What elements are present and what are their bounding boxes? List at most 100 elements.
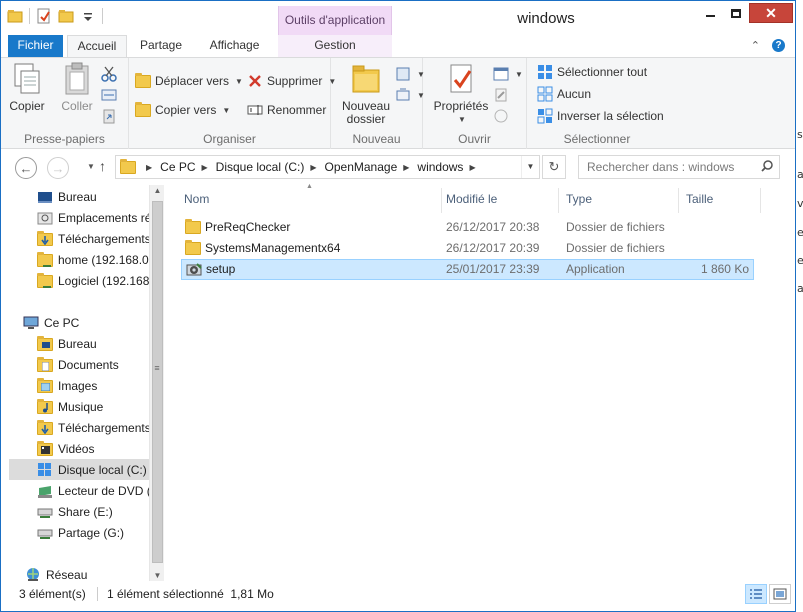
renommer-button[interactable]: Renommer bbox=[247, 100, 326, 120]
customize-qat-icon[interactable] bbox=[80, 8, 96, 24]
nav-item-share[interactable]: Share (E:) bbox=[9, 501, 149, 522]
column-header-modified[interactable]: Modifié le bbox=[439, 188, 559, 213]
inverser-selection-label: Inverser la sélection bbox=[557, 109, 664, 123]
nav-label: Musique bbox=[58, 399, 104, 414]
up-arrow-icon[interactable]: ↑ bbox=[99, 158, 106, 174]
column-header-size[interactable]: Taille bbox=[679, 188, 761, 213]
scroll-down-icon[interactable]: ▼ bbox=[150, 571, 165, 580]
back-button[interactable]: ← bbox=[15, 157, 37, 179]
network-folder-icon bbox=[37, 272, 53, 289]
nav-item-images[interactable]: Images bbox=[9, 375, 149, 396]
supprimer-button[interactable]: Supprimer ▼ bbox=[247, 71, 336, 91]
search-input[interactable]: Rechercher dans : windows bbox=[578, 155, 780, 179]
breadcrumb-disque-local[interactable]: Disque local (C:) ▶ bbox=[216, 160, 325, 174]
file-list: ▲ Nom Modifié le Type Taille PreReqCheck… bbox=[171, 183, 791, 581]
file-row[interactable]: SystemsManagementx64 26/12/2017 20:39 Do… bbox=[181, 238, 754, 259]
history-icon bbox=[493, 108, 509, 124]
cut-button[interactable] bbox=[101, 64, 117, 84]
tab-fichier[interactable]: Fichier bbox=[8, 35, 63, 57]
tab-partage[interactable]: Partage bbox=[131, 35, 191, 57]
edge-char: e bbox=[797, 226, 803, 239]
nav-label: home (192.168.0.1) bbox=[58, 252, 149, 267]
history-button[interactable] bbox=[493, 106, 509, 126]
nav-item-ce-pc[interactable]: Ce PC bbox=[9, 312, 149, 333]
edge-char: a bbox=[797, 168, 803, 181]
nav-item-musique[interactable]: Musique bbox=[9, 396, 149, 417]
breadcrumb-label: windows bbox=[417, 160, 464, 174]
proprietes-button[interactable]: Propriétés ▼ bbox=[431, 62, 491, 126]
dropdown-arrow-icon: ▼ bbox=[458, 115, 466, 124]
nav-item-documents[interactable]: Documents bbox=[9, 354, 149, 375]
properties-icon[interactable] bbox=[36, 8, 52, 24]
maximize-button[interactable] bbox=[723, 3, 749, 23]
aucun-button[interactable]: Aucun bbox=[537, 84, 591, 104]
recent-locations-icon[interactable]: ▼ bbox=[87, 162, 95, 171]
large-icons-view-button[interactable] bbox=[769, 584, 791, 604]
nav-item-bureau[interactable]: Bureau bbox=[9, 333, 149, 354]
copier-label: Copier bbox=[9, 99, 45, 113]
refresh-icon: ↻ bbox=[548, 159, 560, 174]
close-button[interactable]: ✕ bbox=[749, 3, 793, 23]
minimize-button[interactable] bbox=[697, 3, 723, 23]
copier-button[interactable]: Copier bbox=[9, 62, 45, 113]
nav-item-bureau-fav[interactable]: Bureau bbox=[9, 186, 149, 207]
nav-item-videos[interactable]: Vidéos bbox=[9, 438, 149, 459]
file-row-selected[interactable]: setup 25/01/2017 23:39 Application 1 860… bbox=[181, 259, 754, 280]
tab-affichage[interactable]: Affichage bbox=[197, 35, 272, 57]
network-icon bbox=[25, 567, 41, 581]
item-count: 3 élément(s) bbox=[19, 587, 86, 601]
group-label-presse-papiers: Presse-papiers bbox=[24, 132, 105, 146]
copy-path-icon bbox=[101, 87, 117, 103]
nav-item-telechargements-fav[interactable]: Téléchargements bbox=[9, 228, 149, 249]
selectionner-tout-button[interactable]: Sélectionner tout bbox=[537, 62, 647, 82]
inverser-selection-button[interactable]: Inverser la sélection bbox=[537, 106, 664, 126]
breadcrumb-label: Ce PC bbox=[160, 160, 196, 174]
nav-item-dvd[interactable]: Lecteur de DVD (D:) bbox=[9, 480, 149, 501]
scroll-up-icon[interactable]: ▲ bbox=[150, 186, 165, 195]
delete-icon bbox=[247, 73, 263, 89]
scroll-thumb[interactable] bbox=[152, 201, 163, 563]
maximize-icon bbox=[731, 8, 741, 18]
details-view-button[interactable] bbox=[745, 584, 767, 604]
address-bar[interactable]: ▶ Ce PC ▶ Disque local (C:) ▶ OpenManage ▶ … bbox=[115, 155, 540, 179]
tab-accueil[interactable]: Accueil bbox=[67, 35, 127, 58]
nav-item-partage[interactable]: Partage (G:) bbox=[9, 522, 149, 543]
forward-button[interactable]: → bbox=[47, 157, 69, 179]
breadcrumb-ce-pc[interactable]: Ce PC ▶ bbox=[160, 160, 216, 174]
select-none-icon bbox=[537, 86, 553, 102]
chevron-down-icon[interactable]: ⌃ bbox=[751, 39, 760, 52]
properties-icon bbox=[445, 62, 477, 96]
nouveau-dossier-button[interactable]: Nouveau dossier bbox=[341, 62, 391, 126]
folder-icon[interactable] bbox=[7, 8, 23, 24]
open-button[interactable]: ▼ bbox=[493, 64, 523, 84]
nav-item-reseau[interactable]: Réseau bbox=[9, 564, 149, 581]
column-header-type[interactable]: Type bbox=[559, 188, 679, 213]
easy-access-button[interactable]: ▼ bbox=[395, 85, 425, 105]
new-folder-icon[interactable] bbox=[58, 8, 74, 24]
refresh-button[interactable]: ↻ bbox=[542, 155, 566, 179]
help-icon[interactable]: ? bbox=[772, 39, 785, 52]
paste-shortcut-button[interactable] bbox=[101, 106, 117, 126]
file-size: 1 860 Ko bbox=[700, 262, 749, 276]
group-label-ouvrir: Ouvrir bbox=[458, 132, 491, 146]
breadcrumb-openmanage[interactable]: OpenManage ▶ bbox=[325, 160, 418, 174]
nav-item-emplacements[interactable]: Emplacements récents bbox=[9, 207, 149, 228]
coller-button[interactable]: Coller bbox=[59, 62, 95, 113]
coller-label: Coller bbox=[61, 99, 93, 113]
deplacer-vers-button[interactable]: Déplacer vers ▼ bbox=[135, 71, 243, 91]
address-dropdown-icon[interactable]: ▼ bbox=[521, 156, 539, 178]
network-drive-icon bbox=[37, 504, 53, 520]
copier-vers-button[interactable]: Copier vers ▼ bbox=[135, 100, 230, 120]
column-header-name[interactable]: Nom bbox=[177, 188, 442, 213]
nav-item-logiciel-share[interactable]: Logiciel (192.168.0.1) bbox=[9, 270, 149, 291]
breadcrumb-windows[interactable]: windows ▶ bbox=[417, 160, 483, 174]
nav-item-telechargements[interactable]: Téléchargements bbox=[9, 417, 149, 438]
tab-gestion[interactable]: Gestion bbox=[278, 35, 392, 57]
edit-button[interactable] bbox=[493, 85, 509, 105]
file-row[interactable]: PreReqChecker 26/12/2017 20:38 Dossier d… bbox=[181, 217, 754, 238]
nav-scrollbar[interactable]: ▲ ≡ ▼ bbox=[149, 185, 164, 581]
new-item-button[interactable]: ▼ bbox=[395, 64, 425, 84]
copy-path-button[interactable] bbox=[101, 85, 117, 105]
nav-item-disque-local[interactable]: Disque local (C:) bbox=[9, 459, 149, 480]
nav-item-home-share[interactable]: home (192.168.0.1) bbox=[9, 249, 149, 270]
